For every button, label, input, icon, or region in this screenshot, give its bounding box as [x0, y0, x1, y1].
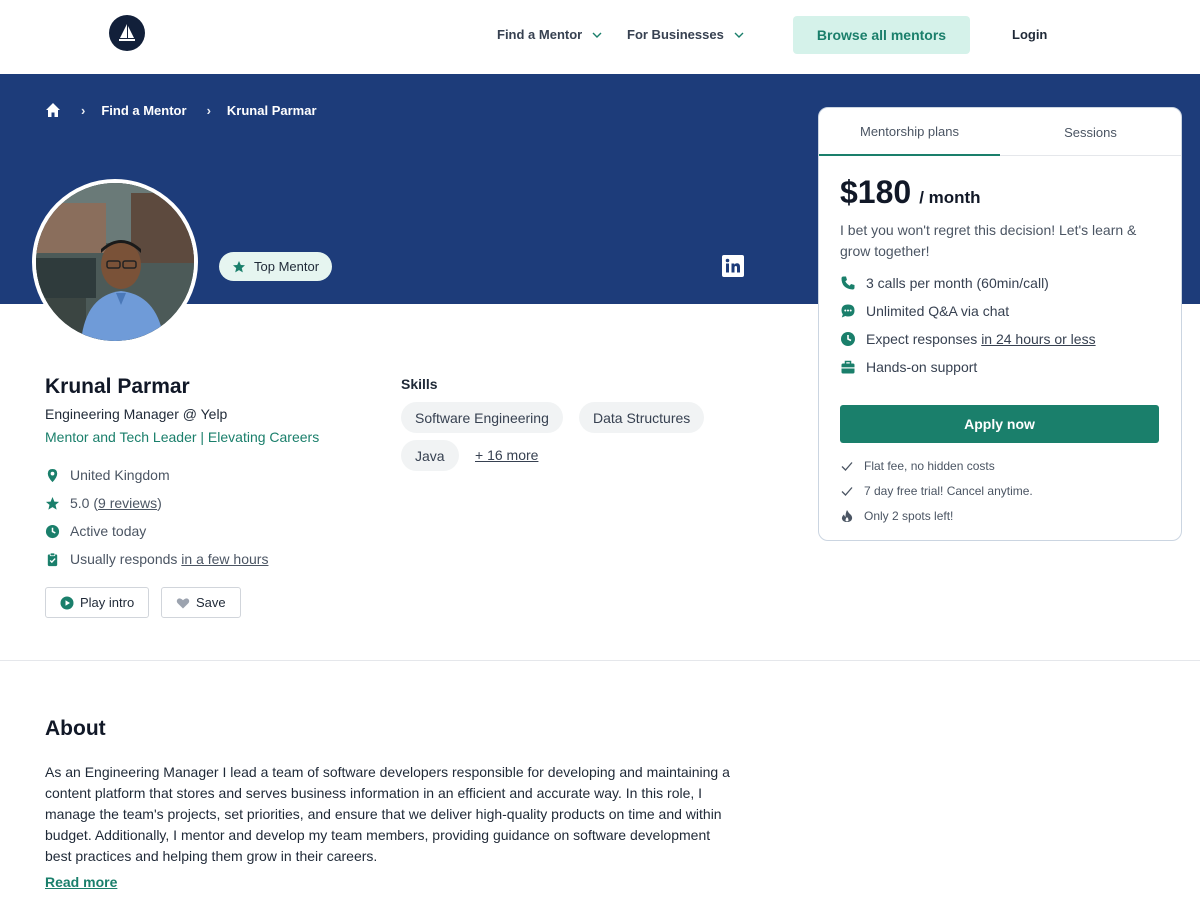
responds-link[interactable]: in a few hours [181, 551, 268, 567]
activity-text: Active today [70, 523, 147, 539]
check-icon [841, 487, 853, 496]
mentor-name: Krunal Parmar [45, 375, 190, 398]
plan-price: $180 / month [840, 174, 981, 211]
breadcrumb-current: Krunal Parmar [226, 102, 317, 118]
chevron-right-icon: › [206, 102, 211, 118]
location-icon [47, 468, 58, 482]
tab-sessions[interactable]: Sessions [1000, 108, 1181, 156]
tab-mentorship-plans[interactable]: Mentorship plans [819, 108, 1000, 156]
rating-value: 5.0 [70, 495, 90, 511]
note-free-trial: 7 day free trial! Cancel anytime. [840, 484, 1033, 498]
response-row: Usually responds in a few hours [45, 551, 365, 567]
heart-icon [176, 597, 190, 608]
save-button[interactable]: Save [161, 587, 241, 618]
linkedin-icon[interactable] [722, 255, 744, 277]
responds-text: Usually responds [70, 551, 178, 567]
chat-icon [841, 304, 855, 318]
section-divider [0, 660, 1200, 661]
browse-all-mentors-button[interactable]: Browse all mentors [793, 16, 970, 54]
skills-heading: Skills [401, 376, 438, 392]
home-icon[interactable] [45, 102, 61, 118]
note-spots-left-text: Only 2 spots left! [864, 509, 954, 523]
note-free-trial-text: 7 day free trial! Cancel anytime. [864, 484, 1033, 498]
login-link[interactable]: Login [1012, 27, 1047, 42]
location-text: United Kingdom [70, 467, 170, 483]
logo-icon[interactable] [109, 15, 145, 51]
nav-find-a-mentor-label: Find a Mentor [497, 27, 583, 42]
read-more-link[interactable]: Read more [45, 874, 117, 890]
feature-responses-text: Expect responses [866, 331, 978, 347]
mentor-role: Engineering Manager @ Yelp [45, 406, 228, 422]
phone-icon [841, 276, 855, 290]
price-amount: $180 [840, 174, 912, 210]
about-text: As an Engineering Manager I lead a team … [45, 764, 730, 864]
location-row: United Kingdom [45, 467, 365, 483]
feature-responses-link[interactable]: in 24 hours or less [981, 331, 1095, 347]
feature-qa-text: Unlimited Q&A via chat [866, 303, 1010, 319]
mentor-tagline: Mentor and Tech Leader | Elevating Caree… [45, 429, 320, 445]
skill-chip[interactable]: Data Structures [579, 402, 705, 433]
star-icon [233, 260, 245, 272]
chevron-down-icon [734, 32, 744, 38]
feature-calls: 3 calls per month (60min/call) [840, 275, 1049, 291]
play-intro-button[interactable]: Play intro [45, 587, 150, 618]
note-spots-left: Only 2 spots left! [840, 509, 953, 523]
plan-tabs: Mentorship plans Sessions [819, 108, 1181, 156]
clock-icon [45, 524, 60, 538]
clock-icon [841, 332, 855, 346]
more-skills-link[interactable]: + 16 more [475, 447, 538, 463]
nav-for-businesses-label: For Businesses [627, 27, 724, 42]
nav-for-businesses[interactable]: For Businesses [627, 27, 746, 42]
skill-chip[interactable]: Java [401, 440, 459, 471]
feature-calls-text: 3 calls per month (60min/call) [866, 275, 1049, 291]
save-label: Save [196, 595, 226, 610]
about-heading: About [45, 717, 106, 740]
chevron-down-icon [592, 32, 602, 38]
reviews-link[interactable]: 9 reviews [98, 495, 157, 511]
feature-support: Hands-on support [840, 359, 977, 375]
plan-pitch: I bet you won't regret this decision! Le… [840, 222, 1137, 259]
rating-close: ) [157, 495, 162, 511]
feature-responses: Expect responses in 24 hours or less [840, 331, 1096, 347]
feature-support-text: Hands-on support [866, 359, 978, 375]
skill-chip[interactable]: Software Engineering [401, 402, 563, 433]
top-navigation: Find a Mentor For Businesses Browse all … [0, 0, 1200, 74]
nav-find-a-mentor[interactable]: Find a Mentor [497, 27, 604, 42]
note-flat-fee-text: Flat fee, no hidden costs [864, 459, 995, 473]
briefcase-icon [841, 360, 855, 374]
top-mentor-badge: Top Mentor [219, 252, 333, 281]
check-icon [841, 462, 853, 471]
clipboard-icon [47, 552, 58, 566]
fire-icon [841, 510, 853, 522]
activity-row: Active today [45, 523, 365, 539]
star-icon [45, 496, 60, 510]
avatar [32, 179, 198, 345]
apply-now-button[interactable]: Apply now [840, 405, 1159, 443]
feature-qa: Unlimited Q&A via chat [840, 303, 1009, 319]
breadcrumb: › Find a Mentor › Krunal Parmar [45, 102, 317, 118]
chevron-right-icon: › [81, 102, 86, 118]
breadcrumb-find-a-mentor[interactable]: Find a Mentor [101, 103, 186, 118]
top-mentor-label: Top Mentor [254, 259, 320, 274]
rating-row: 5.0 (9 reviews) [45, 495, 365, 511]
price-period: / month [919, 188, 981, 207]
play-icon [60, 596, 74, 609]
note-flat-fee: Flat fee, no hidden costs [840, 459, 995, 473]
play-intro-label: Play intro [80, 595, 135, 610]
mentorship-plan-card: Mentorship plans Sessions $180 / month I… [818, 107, 1182, 541]
